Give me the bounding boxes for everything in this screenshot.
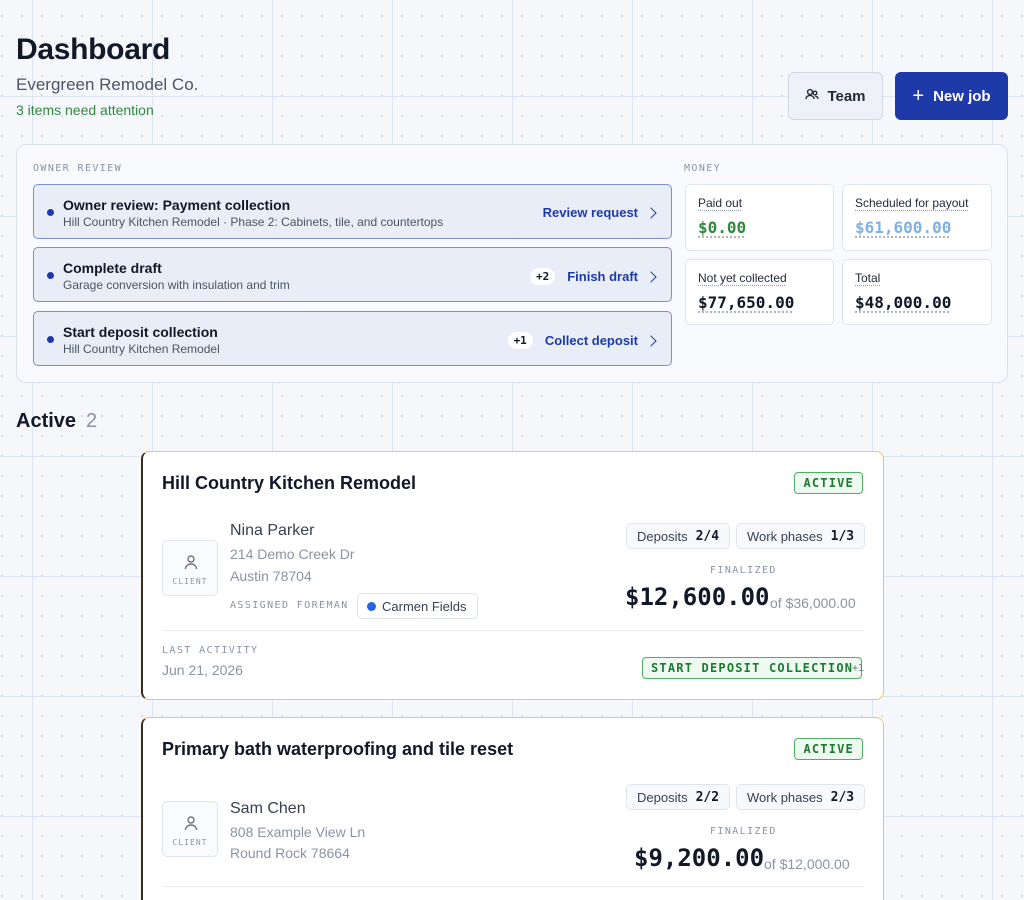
- status-badge: ACTIVE: [794, 738, 863, 760]
- divider: [162, 630, 863, 631]
- person-icon: [184, 816, 198, 831]
- money-label: MONEY: [684, 163, 722, 174]
- finalized-label: FINALIZED: [710, 826, 777, 837]
- finish-draft-link[interactable]: +2 Finish draft: [529, 268, 657, 285]
- new-job-button[interactable]: + New job: [895, 72, 1008, 120]
- chevron-right-icon: [645, 270, 657, 283]
- review-item-subtitle: Hill Country Kitchen Remodel: [63, 342, 220, 356]
- avatar: CLIENT: [162, 540, 218, 596]
- review-item-title: Complete draft: [63, 260, 162, 276]
- money-card-value: $77,650.00: [698, 293, 795, 312]
- deposits-pill: Deposits 2/2: [626, 784, 731, 810]
- money-card-label: Total: [855, 271, 881, 285]
- last-activity-date: Jun 21, 2026: [162, 662, 243, 678]
- money-card-value: $48,000.00: [855, 293, 952, 312]
- divider: [162, 886, 863, 887]
- job-card[interactable]: Primary bath waterproofing and tile rese…: [141, 717, 884, 900]
- client-name: Nina Parker: [230, 522, 315, 539]
- owner-review-label: OWNER REVIEW: [33, 163, 123, 174]
- finalized-label: FINALIZED: [710, 565, 777, 576]
- money-card-paid-out: Paid out $0.00: [685, 184, 834, 251]
- finalized-amount: $12,600.00: [625, 583, 770, 611]
- money-card-label: Not yet collected: [698, 271, 787, 285]
- new-job-button-label: New job: [933, 87, 991, 105]
- summary-panel: OWNER REVIEW Owner review: Payment colle…: [16, 144, 1008, 383]
- foreman-name: Carmen Fields: [382, 598, 467, 614]
- next-action-extra: +1: [852, 663, 865, 674]
- count-badge: +2: [529, 268, 556, 285]
- status-badge: ACTIVE: [794, 472, 863, 494]
- client-label: CLIENT: [172, 838, 208, 847]
- job-title: Primary bath waterproofing and tile rese…: [162, 739, 514, 759]
- team-button-label: Team: [827, 87, 866, 105]
- client-address-line1: 808 Example View Ln: [230, 824, 366, 840]
- client-address-line2: Austin 78704: [230, 568, 312, 584]
- client-address-line2: Round Rock 78664: [230, 845, 350, 861]
- page-title: Dashboard: [16, 33, 170, 66]
- finalized-total: of $36,000.00: [770, 595, 856, 611]
- status-dot: [367, 601, 376, 611]
- money-card-not-collected: Not yet collected $77,650.00: [685, 259, 834, 325]
- chevron-right-icon: [645, 334, 657, 347]
- collect-deposit-link[interactable]: +1 Collect deposit: [507, 332, 657, 349]
- attention-count: 3 items need attention: [16, 102, 154, 118]
- review-request-link[interactable]: Review request: [543, 205, 657, 220]
- money-card-label: Scheduled for payout: [855, 196, 969, 210]
- work-phases-pill: Work phases 2/3: [736, 784, 866, 810]
- next-action-badge[interactable]: START DEPOSIT COLLECTION: [642, 657, 863, 679]
- foreman-chip[interactable]: Carmen Fields: [357, 593, 478, 619]
- review-item-subtitle: Garage conversion with insulation and tr…: [63, 278, 290, 292]
- chevron-right-icon: [645, 206, 657, 219]
- plus-icon: +: [912, 85, 925, 107]
- person-icon: [184, 555, 198, 570]
- review-item-payment[interactable]: Owner review: Payment collection Hill Co…: [33, 184, 672, 239]
- company-name: Evergreen Remodel Co.: [16, 75, 199, 94]
- deposits-pill: Deposits 2/4: [626, 523, 731, 549]
- foreman-label: ASSIGNED FOREMAN: [230, 600, 349, 611]
- bullet-dot: [47, 209, 54, 216]
- team-button[interactable]: Team: [788, 72, 883, 120]
- finalized-total: of $12,000.00: [764, 856, 850, 872]
- review-item-deposit[interactable]: Start deposit collection Hill Country Ki…: [33, 311, 672, 366]
- client-address-line1: 214 Demo Creek Dr: [230, 546, 355, 562]
- money-card-value: $61,600.00: [855, 218, 952, 237]
- money-card-total: Total $48,000.00: [842, 259, 992, 325]
- review-item-subtitle: Hill Country Kitchen Remodel · Phase 2: …: [63, 215, 444, 229]
- client-label: CLIENT: [172, 577, 208, 586]
- bullet-dot: [47, 272, 54, 279]
- job-card[interactable]: Hill Country Kitchen Remodel ACTIVE CLIE…: [141, 451, 884, 700]
- finalized-amount: $9,200.00: [634, 844, 765, 872]
- client-name: Sam Chen: [230, 800, 306, 817]
- review-item-title: Start deposit collection: [63, 324, 218, 340]
- active-count: 2: [86, 410, 98, 432]
- bullet-dot: [47, 336, 54, 343]
- team-icon: [805, 87, 820, 105]
- active-section-title: Active: [16, 410, 77, 432]
- money-card-scheduled: Scheduled for payout $61,600.00: [842, 184, 992, 251]
- money-card-label: Paid out: [698, 196, 743, 210]
- review-item-title: Owner review: Payment collection: [63, 197, 291, 213]
- review-item-draft[interactable]: Complete draft Garage conversion with in…: [33, 247, 672, 302]
- work-phases-pill: Work phases 1/3: [736, 523, 866, 549]
- money-card-value: $0.00: [698, 218, 747, 237]
- count-badge: +1: [507, 332, 533, 349]
- job-title: Hill Country Kitchen Remodel: [162, 473, 417, 493]
- last-activity-label: LAST ACTIVITY: [162, 645, 259, 656]
- avatar: CLIENT: [162, 801, 218, 857]
